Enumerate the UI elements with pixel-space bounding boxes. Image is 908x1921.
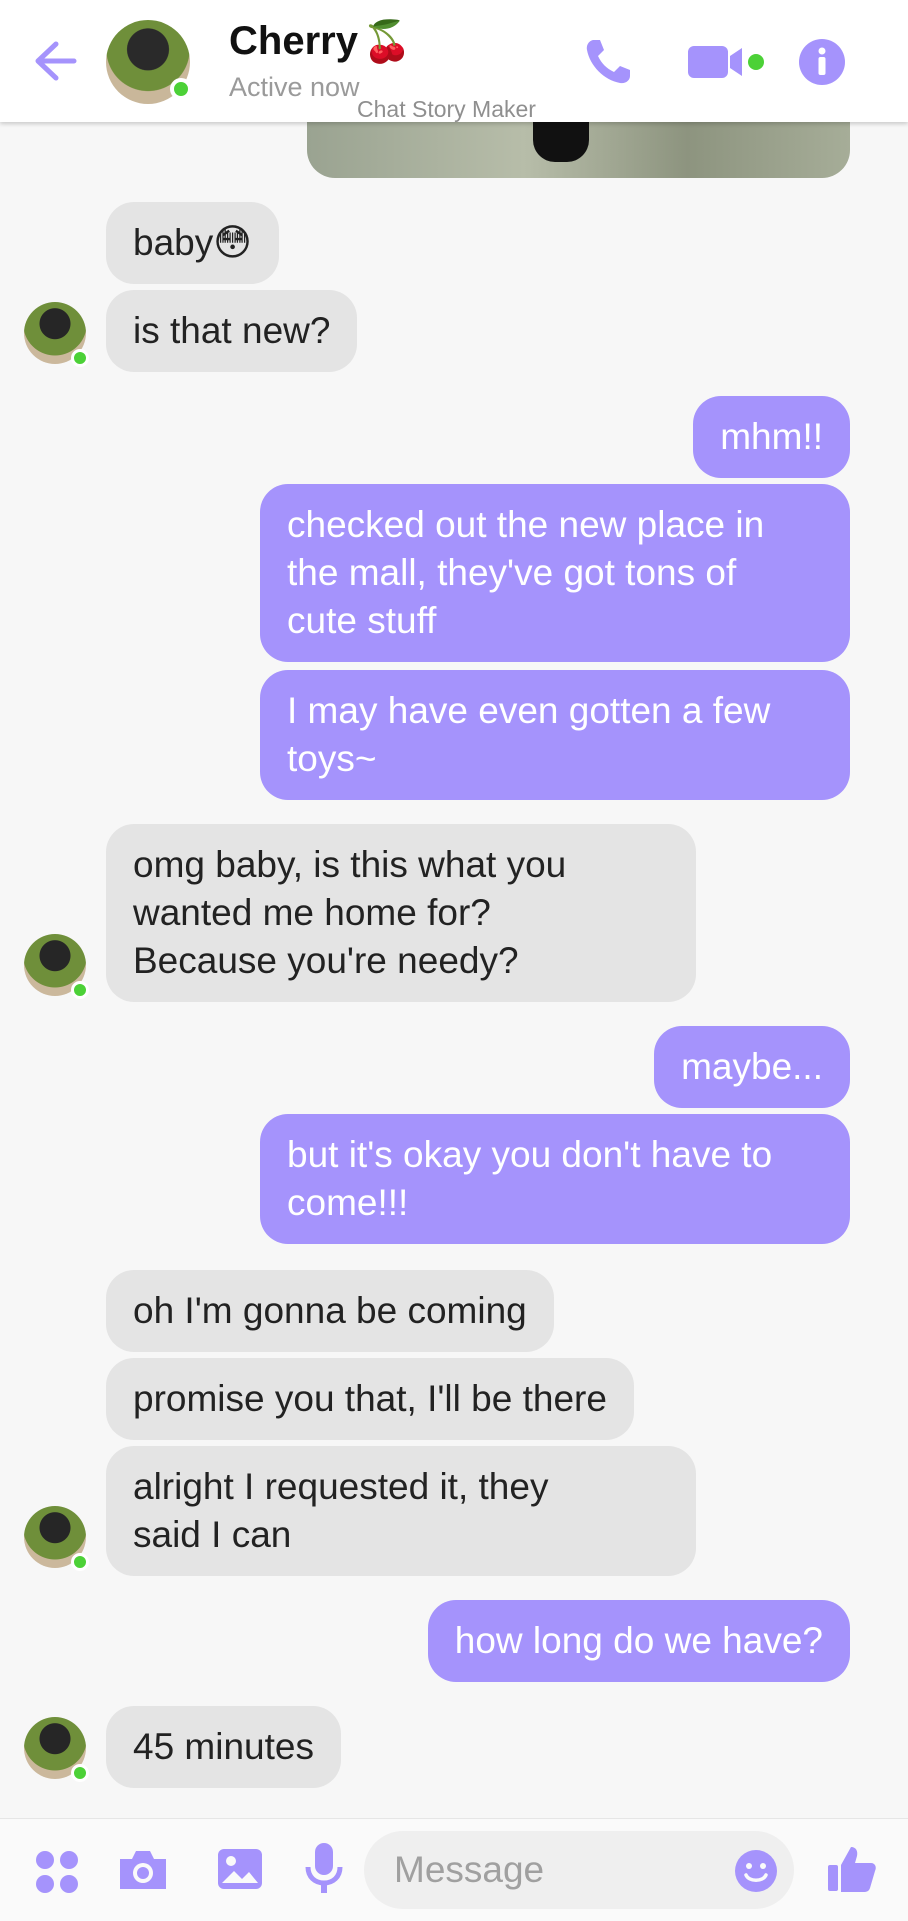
- message-input[interactable]: Message: [364, 1831, 794, 1909]
- message-received[interactable]: omg baby, is this what you wanted me hom…: [106, 824, 696, 1002]
- microphone-icon[interactable]: [304, 1841, 344, 1897]
- online-indicator: [71, 1553, 89, 1571]
- contact-avatar-small[interactable]: [24, 1717, 89, 1782]
- contact-avatar[interactable]: [106, 20, 192, 104]
- online-indicator: [71, 1764, 89, 1782]
- message-sent[interactable]: checked out the new place in the mall, t…: [260, 484, 850, 662]
- message-sent[interactable]: how long do we have?: [427, 1600, 850, 1682]
- contact-avatar-small[interactable]: [24, 1506, 89, 1571]
- online-indicator: [71, 349, 89, 367]
- message-sent[interactable]: but it's okay you don't have to come!!!: [260, 1114, 850, 1244]
- info-icon[interactable]: [798, 38, 846, 86]
- active-status: Active now: [229, 72, 360, 102]
- message-received[interactable]: alright I requested it, they said I can: [106, 1446, 696, 1576]
- camera-icon[interactable]: [116, 1847, 170, 1893]
- message-received[interactable]: promise you that, I'll be there: [106, 1358, 634, 1440]
- contact-name[interactable]: Cherry 🍒: [229, 18, 412, 65]
- cherry-emoji: 🍒: [361, 20, 412, 64]
- apps-grid-icon[interactable]: [34, 1849, 80, 1895]
- message-sent[interactable]: I may have even gotten a few toys~: [260, 670, 850, 800]
- online-indicator: [170, 78, 192, 100]
- composer-bar: Message: [0, 1818, 908, 1921]
- message-sent[interactable]: maybe...: [654, 1026, 850, 1108]
- gallery-icon[interactable]: [216, 1845, 264, 1893]
- message-placeholder: Message: [394, 1849, 545, 1890]
- message-received[interactable]: oh I'm gonna be coming: [106, 1270, 554, 1352]
- message-received[interactable]: 45 minutes: [106, 1706, 341, 1788]
- watermark-label: Chat Story Maker: [357, 96, 536, 122]
- online-indicator: [71, 981, 89, 999]
- emoji-icon[interactable]: [734, 1849, 778, 1893]
- thumbs-up-icon[interactable]: [826, 1843, 878, 1895]
- contact-avatar-small[interactable]: [24, 934, 89, 999]
- back-arrow-icon[interactable]: [30, 38, 80, 84]
- message-sent[interactable]: mhm!!: [693, 396, 850, 478]
- message-received[interactable]: is that new?: [106, 290, 358, 372]
- phone-icon[interactable]: [580, 34, 636, 90]
- message-received[interactable]: baby😳: [106, 202, 279, 284]
- video-camera-icon[interactable]: [686, 42, 764, 82]
- contact-avatar-small[interactable]: [24, 302, 89, 367]
